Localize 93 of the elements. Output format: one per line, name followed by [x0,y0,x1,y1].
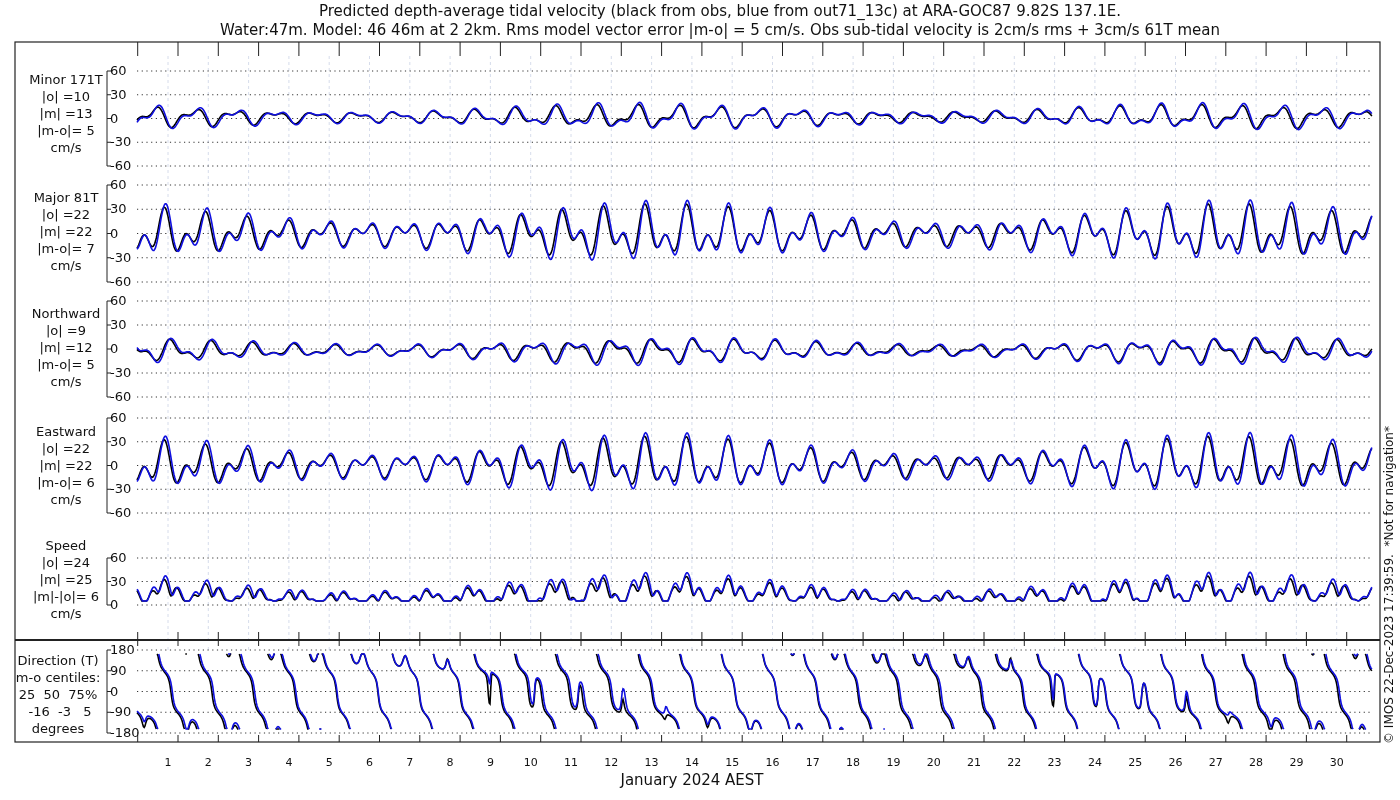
day-label: 16 [765,756,780,769]
axis-tick-label: 0 [110,597,119,612]
axis-tick-label: 60 [110,177,127,192]
panel-label: |m| =22 [39,224,93,239]
axis-tick-label: 0 [110,683,119,699]
panel-label: Minor 171T [29,72,103,87]
panel-label: |m| =22 [39,458,93,473]
day-label: 13 [644,756,659,769]
day-label: 17 [805,756,820,769]
day-label: 2 [204,756,212,769]
day-label: 5 [325,756,333,769]
day-label: 30 [1329,756,1344,769]
axis-tick-label: 180 [110,642,135,657]
panel-label: cm/s [50,606,82,621]
axis-tick-label: -30 [110,134,132,150]
panel-label: cm/s [50,492,82,507]
axis-tick-label: 90 [110,662,127,678]
y-axis [106,557,112,606]
axis-tick-label: 60 [110,293,127,308]
axis-tick-label: 60 [110,63,127,78]
panel-label: |m| =25 [39,572,93,587]
panel-label: |o| =22 [41,441,91,456]
day-label: 12 [604,756,619,769]
axis-tick-label: -30 [110,481,132,497]
x-axis-label: January 2024 AEST [620,771,764,789]
day-label: 24 [1087,756,1102,769]
panel-label: degrees [31,721,85,736]
day-label: 14 [684,756,699,769]
axis-tick-label: -30 [110,249,132,265]
day-label: 25 [1128,756,1143,769]
panel-label: |o| =22 [41,207,91,222]
credit-text: © IMOS 22-Dec-2023 17:39:59. *Not for navigation* [1382,426,1396,744]
axis-tick-label: 0 [110,110,119,126]
day-label: 26 [1168,756,1183,769]
panel-label: |m|-|o|= 6 [32,589,100,604]
axis-tick-label: 0 [110,341,119,356]
axis-tick-label: 30 [110,433,127,449]
day-label: 19 [886,756,901,769]
axis-tick-label: 30 [110,317,127,332]
day-label: 7 [406,756,414,769]
chart-title: Water:47m. Model: 46 46m at 2 2km. Rms model vector error |m-o| = 5 cm/s. Obs sub-tidal velocity is 2cm/s rms + 3cm/s 61T mean [220,21,1220,39]
axis-tick-label: -180 [110,725,140,740]
day-label: 18 [846,756,861,769]
day-label: 20 [926,756,941,769]
panel-label: Speed [45,538,87,553]
panel-label: -16 -3 5 [28,704,92,719]
axis-tick-label: -60 [110,274,132,289]
day-label: 29 [1289,756,1304,769]
day-label: 15 [725,756,740,769]
day-label: 23 [1047,756,1062,769]
day-label: 21 [967,756,981,769]
axis-tick-label: 60 [110,410,127,425]
panel-label: cm/s [50,374,82,389]
axis-tick-label: 30 [110,86,127,102]
panel-label: Eastward [36,424,96,439]
panel-label: Northward [31,306,101,321]
day-label: 10 [523,756,538,769]
panel-label: cm/s [50,258,82,273]
panel-label: |m-o|= 7 [37,241,95,256]
axis-tick-label: 0 [110,225,119,241]
panel-label: |m-o|= 6 [37,475,95,490]
panel-label: Major 81T [33,190,99,205]
panel-label: |o| =10 [41,89,91,104]
day-label: 3 [245,756,253,769]
panel-label: m-o centiles: [15,670,101,685]
panel-label: |o| =9 [46,323,86,338]
panel-label: cm/s [50,140,82,155]
day-label: 9 [486,756,494,769]
day-label: 28 [1249,756,1264,769]
panel-label: 25 50 75% [18,687,98,702]
axis-tick-label: 30 [110,201,127,217]
chart-title: Predicted depth-average tidal velocity (black from obs, blue from out71_13c) at ARA-GOC87 9.82S 137.1E. [318,2,1122,20]
day-label: 1 [164,756,172,769]
axis-tick-label: 60 [110,550,127,565]
day-label: 4 [285,756,293,769]
axis-tick-label: -60 [110,389,132,404]
panel-label: |m| =13 [39,106,93,121]
panel-label: |m-o|= 5 [37,123,95,138]
axis-tick-label: -60 [110,158,132,173]
day-label: 8 [446,756,454,769]
axis-tick-label: -90 [110,704,132,720]
day-label: 11 [564,756,578,769]
panel-label: |m-o|= 5 [37,357,95,372]
day-label: 6 [366,756,373,769]
panel-label: Direction (T) [17,653,99,668]
axis-tick-label: 30 [110,573,127,589]
panel-label: |m| =12 [39,340,93,355]
day-label: 27 [1208,756,1223,769]
axis-tick-label: -60 [110,505,132,520]
day-label: 22 [1007,756,1022,769]
panel-label: |o| =24 [41,555,91,570]
axis-tick-label: 0 [110,457,119,473]
axis-tick-label: -30 [110,365,132,380]
